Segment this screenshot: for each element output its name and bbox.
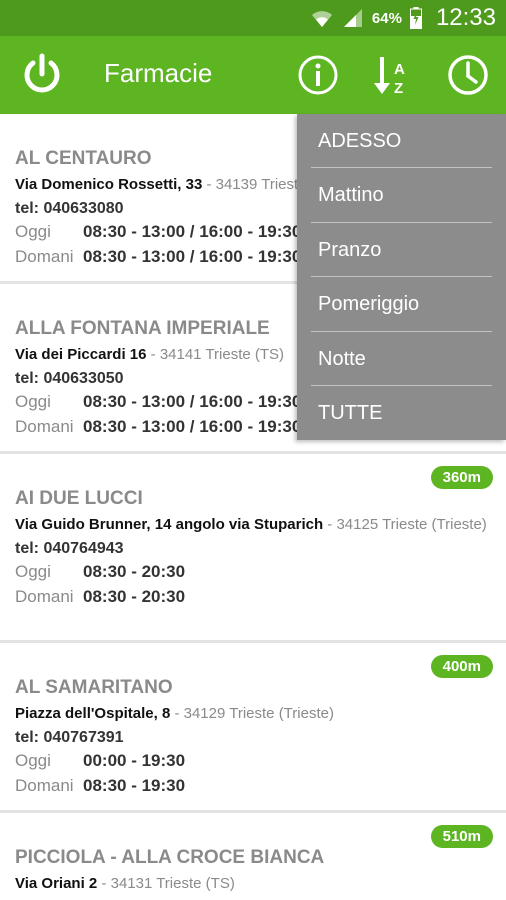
day-label: Oggi <box>15 562 51 581</box>
pharmacy-address: Via Oriani 2 - 34131 Trieste (TS) <box>15 874 491 893</box>
hours-today: Oggi 08:30 - 20:30 <box>15 559 491 584</box>
sort-az-icon[interactable]: A Z <box>372 53 416 97</box>
pharmacy-phone[interactable]: tel: 040764943 <box>15 539 491 559</box>
day-label: Domani <box>15 587 74 606</box>
day-label: Oggi <box>15 392 51 411</box>
app-bar: Farmacie A Z <box>0 36 506 114</box>
menu-item-mattino[interactable]: Mattino <box>311 168 492 223</box>
hours-value: 00:00 - 19:30 <box>83 751 186 770</box>
address-street: Via dei Piccardi 16 <box>15 346 147 363</box>
pharmacy-address: Via Guido Brunner, 14 angolo via Stupari… <box>15 515 491 534</box>
menu-item-adesso[interactable]: ADESSO <box>311 114 492 169</box>
day-label: Domani <box>15 776 74 795</box>
power-icon[interactable] <box>20 52 64 96</box>
clock-icon[interactable] <box>446 53 490 97</box>
signal-icon <box>343 9 362 27</box>
menu-item-notte[interactable]: Notte <box>311 332 492 386</box>
wifi-icon <box>311 11 332 27</box>
day-label: Oggi <box>15 222 51 241</box>
address-street: Via Guido Brunner, 14 angolo via Stupari… <box>15 516 324 533</box>
hours-value: 08:30 - 13:00 / 16:00 - 19:30 <box>83 222 302 241</box>
address-street: Via Domenico Rossetti, 33 <box>15 176 203 193</box>
hours-value: 08:30 - 13:00 / 16:00 - 19:30 <box>83 417 302 436</box>
distance-badge: 510m <box>430 825 493 848</box>
pharmacy-name: AL SAMARITANO <box>15 677 173 698</box>
hours-value: 08:30 - 20:30 <box>83 587 186 606</box>
menu-item-pomeriggio[interactable]: Pomeriggio <box>311 277 492 332</box>
menu-item-tutte[interactable]: TUTTE <box>311 386 492 440</box>
pharmacy-card[interactable]: 510m PICCIOLA - ALLA CROCE BIANCA Via Or… <box>0 813 506 900</box>
hours-value: 08:30 - 19:30 <box>83 776 186 795</box>
address-city: - 34125 Trieste (Trieste) <box>323 516 487 533</box>
pharmacy-name: PICCIOLA - ALLA CROCE BIANCA <box>15 847 325 868</box>
svg-text:A: A <box>394 61 405 78</box>
address-city: - 34131 Trieste (TS) <box>97 875 235 892</box>
pharmacy-card[interactable]: 400m AL SAMARITANO Piazza dell'Ospitale,… <box>0 643 506 813</box>
address-street: Via Oriani 2 <box>15 875 98 892</box>
pharmacy-card[interactable]: 360m AI DUE LUCCI Via Guido Brunner, 14 … <box>0 454 506 643</box>
hours-tomorrow: Domani 08:30 - 19:30 <box>15 773 491 798</box>
status-bar: 64% 12:33 <box>0 0 506 36</box>
day-label: Domani <box>15 247 74 266</box>
distance-badge: 360m <box>430 466 493 489</box>
battery-icon <box>409 7 422 29</box>
hours-value: 08:30 - 13:00 / 16:00 - 19:30 <box>83 392 302 411</box>
info-icon[interactable] <box>296 53 340 97</box>
hours-value: 08:30 - 13:00 / 16:00 - 19:30 <box>83 247 302 266</box>
status-time: 12:33 <box>435 4 496 31</box>
time-filter-menu: ADESSO Mattino Pranzo Pomeriggio Notte T… <box>297 114 506 440</box>
pharmacy-address: Piazza dell'Ospitale, 8 - 34129 Trieste … <box>15 704 491 723</box>
svg-text:Z: Z <box>394 80 403 97</box>
address-city: - 34141 Trieste (TS) <box>146 346 285 363</box>
pharmacy-phone[interactable]: tel: 040767391 <box>15 728 491 748</box>
day-label: Oggi <box>15 751 51 770</box>
battery-percentage: 64% <box>371 9 402 27</box>
address-city: - 34129 Trieste (Trieste) <box>170 705 334 722</box>
hours-today: Oggi 00:00 - 19:30 <box>15 748 491 773</box>
hours-value: 08:30 - 20:30 <box>83 562 186 581</box>
day-label: Domani <box>15 417 74 436</box>
pharmacy-name: AI DUE LUCCI <box>15 488 143 509</box>
distance-badge: 400m <box>430 655 493 678</box>
hours-tomorrow: Domani 08:30 - 20:30 <box>15 584 491 609</box>
menu-item-pranzo[interactable]: Pranzo <box>311 223 492 278</box>
app-title: Farmacie <box>104 58 213 88</box>
address-street: Piazza dell'Ospitale, 8 <box>15 705 171 722</box>
